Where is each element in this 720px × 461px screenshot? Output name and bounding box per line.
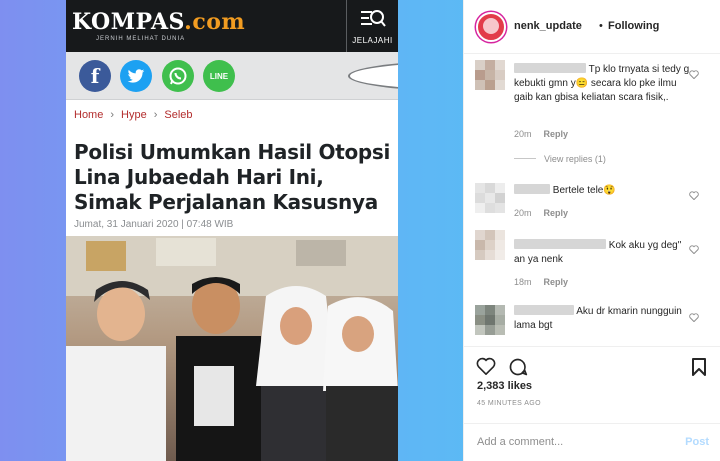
comment-icon[interactable]	[348, 60, 398, 92]
like-comment-icon[interactable]	[689, 245, 699, 254]
reply-button[interactable]: Reply	[544, 129, 569, 139]
bookmark-icon[interactable]	[691, 357, 707, 377]
comment-time: 20m	[514, 129, 532, 139]
like-comment-icon[interactable]	[689, 191, 699, 200]
likes-count[interactable]: 2,383 likes	[477, 380, 532, 392]
post-image: KOMPAS.com JERNIH MELIHAT DUNIA JELAJAHI…	[66, 0, 398, 461]
view-replies-button[interactable]: View replies (1)	[514, 154, 606, 164]
article-photo-illustration	[66, 236, 398, 461]
post-actions	[464, 346, 720, 380]
blurred-username[interactable]	[514, 239, 606, 249]
avatar[interactable]	[476, 12, 506, 42]
twitter-icon[interactable]	[120, 60, 152, 92]
commenter-avatar[interactable]	[475, 305, 505, 335]
line-label: LINE	[209, 71, 229, 81]
breadcrumb-separator: ›	[110, 109, 115, 121]
post-header: nenk_update • Following	[464, 0, 720, 54]
explore-button[interactable]: JELAJAHI	[346, 0, 398, 52]
username-link[interactable]: nenk_update	[514, 20, 582, 32]
blurred-username[interactable]	[514, 63, 586, 73]
explore-label: JELAJAHI	[352, 36, 393, 45]
kompas-header: KOMPAS.com JERNIH MELIHAT DUNIA JELAJAHI	[66, 0, 398, 52]
comment-text: Tp klo trnyata si tedy g kebukti gmn y😑 …	[514, 63, 694, 105]
kompas-logo[interactable]: KOMPAS.com	[72, 9, 245, 35]
article-headline: Polisi Umumkan Hasil Otopsi Lina Jubaeda…	[74, 140, 391, 214]
post-timestamp: 45 MINUTES AGO	[477, 400, 541, 407]
kompas-tagline: JERNIH MELIHAT DUNIA	[96, 36, 186, 42]
comment-bubble-icon[interactable]	[508, 357, 528, 377]
reply-button[interactable]: Reply	[544, 277, 569, 287]
comment-time: 18m	[514, 277, 532, 287]
comment-text: Bertele tele😲	[514, 184, 694, 198]
comment-body: Bertele tele😲	[552, 185, 616, 196]
blurred-username[interactable]	[514, 305, 574, 315]
share-bar: f LINE	[66, 52, 398, 100]
post-button[interactable]: Post	[685, 436, 709, 448]
breadcrumb-home[interactable]: Home	[74, 109, 103, 121]
instagram-panel: nenk_update • Following Tp klo trnyata s…	[463, 0, 720, 461]
like-comment-icon[interactable]	[689, 313, 699, 322]
header-separator: •	[599, 20, 603, 32]
whatsapp-icon[interactable]	[162, 60, 194, 92]
article-dateline: Jumat, 31 Januari 2020 | 07:48 WIB	[74, 219, 234, 230]
view-replies-label: View replies (1)	[544, 154, 606, 164]
breadcrumb-seleb[interactable]: Seleb	[164, 109, 192, 121]
explore-icon	[360, 10, 386, 27]
following-button[interactable]: Following	[608, 20, 659, 32]
reply-button[interactable]: Reply	[544, 208, 569, 218]
comment-meta: 20m Reply	[514, 129, 568, 139]
blurred-username[interactable]	[514, 184, 550, 194]
add-comment-input[interactable]: Add a comment...	[477, 436, 563, 448]
kompas-logo-suffix: .com	[184, 9, 246, 35]
facebook-icon[interactable]: f	[79, 60, 111, 92]
comment-meta: 20m Reply	[514, 208, 568, 218]
comment-meta: 18m Reply	[514, 277, 568, 287]
comment-time: 20m	[514, 208, 532, 218]
add-comment-bar: Add a comment... Post	[464, 423, 720, 461]
line-icon[interactable]: LINE	[203, 60, 235, 92]
commenter-avatar[interactable]	[475, 183, 505, 213]
comment-text: Aku dr kmarin nungguin lama bgt	[514, 305, 694, 333]
kompas-logo-text: KOMPAS	[72, 9, 185, 35]
comment-text: Kok aku yg deg" an ya nenk	[514, 239, 694, 267]
commenter-avatar[interactable]	[475, 60, 505, 90]
commenter-avatar[interactable]	[475, 230, 505, 260]
breadcrumb: Home › Hype › Seleb	[74, 109, 193, 121]
like-icon[interactable]	[476, 357, 496, 375]
like-comment-icon[interactable]	[689, 70, 699, 79]
breadcrumb-hype[interactable]: Hype	[121, 109, 147, 121]
breadcrumb-separator: ›	[153, 109, 158, 121]
article-photo	[66, 236, 398, 461]
